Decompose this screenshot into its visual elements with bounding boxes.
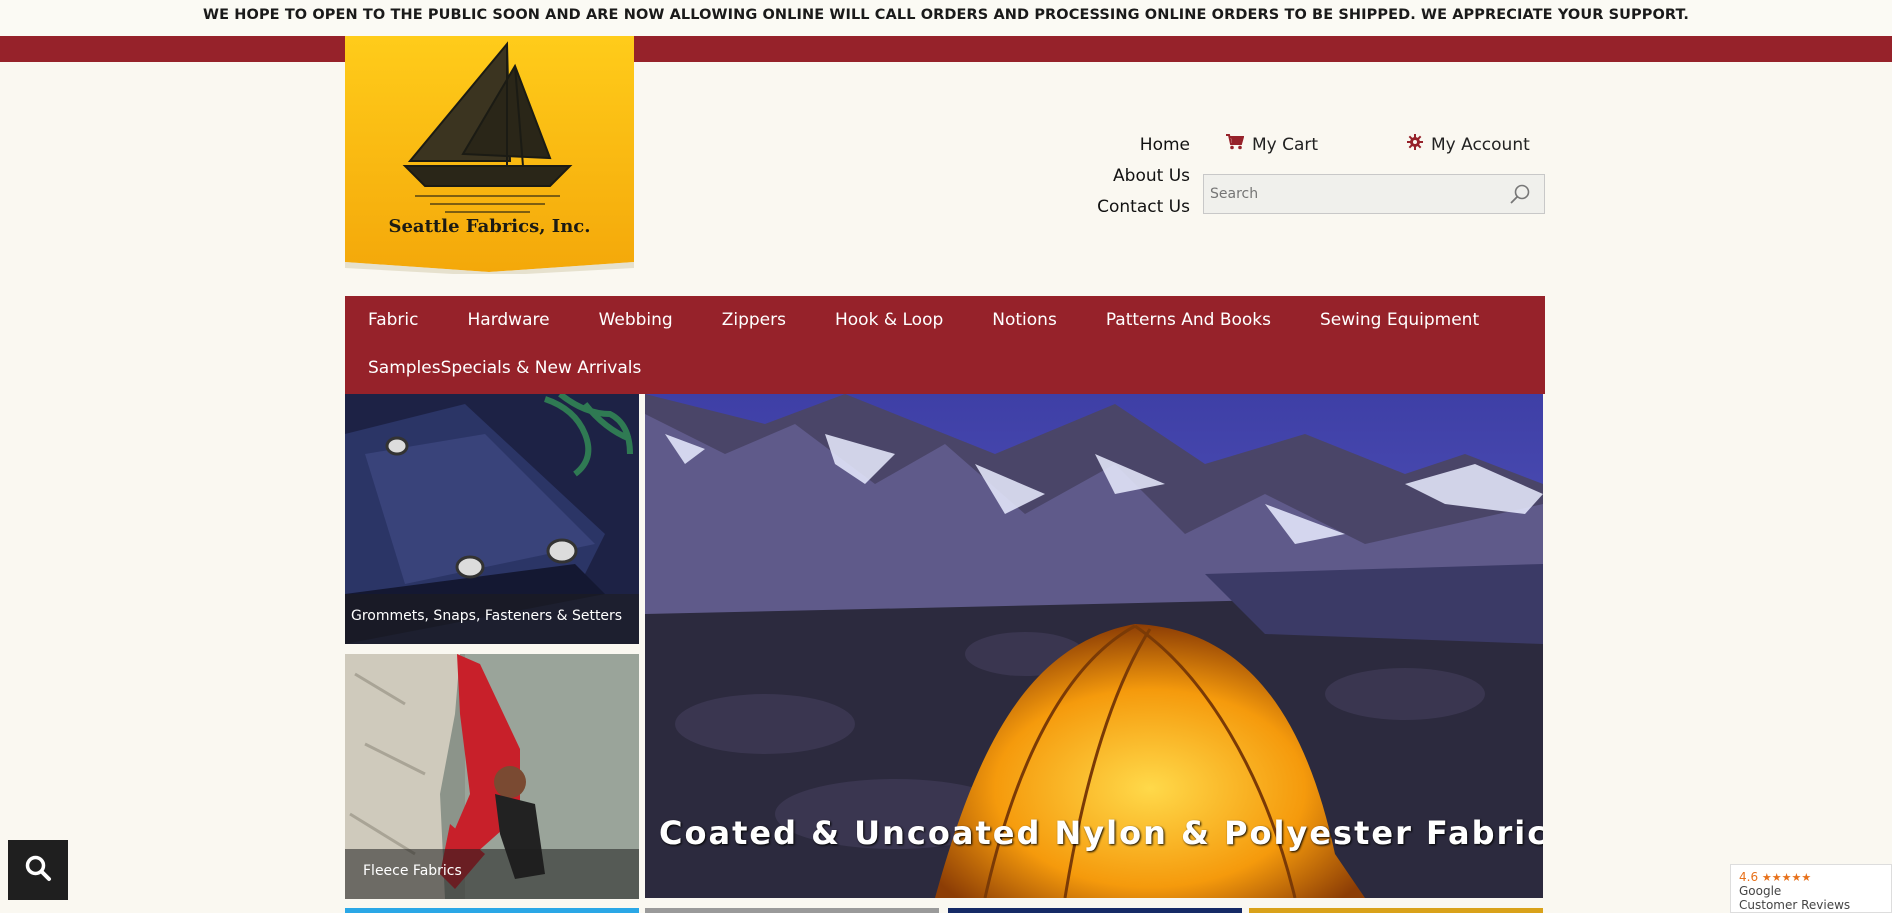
announcement-bar: WE HOPE TO OPEN TO THE PUBLIC SOON AND A…	[0, 0, 1892, 36]
nav-item-specials[interactable]: Specials & New Arrivals	[441, 344, 642, 392]
site-logo[interactable]: Seattle Fabrics, Inc.	[345, 36, 634, 276]
nav-item-samples[interactable]: Samples	[368, 344, 441, 392]
tile-bottom-1[interactable]	[345, 908, 639, 913]
tile-grommets[interactable]: Grommets, Snaps, Fasteners & Setters	[345, 394, 639, 644]
nav-item-fabric[interactable]: Fabric	[368, 296, 419, 344]
badge-stars: ★★★★★	[1761, 871, 1812, 884]
tile-caption: Grommets, Snaps, Fasteners & Setters	[345, 594, 639, 644]
tile-fleece[interactable]: Fleece Fabrics	[345, 654, 639, 899]
badge-rating-row: 4.6 ★★★★★	[1739, 870, 1883, 884]
badge-rating: 4.6	[1739, 870, 1759, 884]
header-links: Home About Us Contact Us	[1040, 132, 1190, 225]
tile-caption: Fleece Fabrics	[345, 849, 639, 899]
google-reviews-badge[interactable]: 4.6 ★★★★★ Google Customer Reviews	[1730, 864, 1892, 913]
search-icon[interactable]	[1508, 183, 1532, 211]
search-box	[1203, 174, 1545, 214]
my-cart-link[interactable]: My Cart	[1226, 134, 1318, 155]
tile-bottom-2[interactable]	[645, 908, 939, 913]
cart-label: My Cart	[1252, 134, 1319, 155]
tile-bottom-4[interactable]	[1249, 908, 1543, 913]
account-label: My Account	[1431, 134, 1530, 155]
about-us-link[interactable]: About Us	[1040, 163, 1190, 194]
badge-brand: Google	[1739, 884, 1782, 898]
header-stripe	[0, 36, 1892, 62]
logo-text: Seattle Fabrics, Inc.	[388, 216, 591, 237]
main-nav: Fabric Hardware Webbing Zippers Hook & L…	[345, 296, 1545, 394]
nav-item-hardware[interactable]: Hardware	[468, 296, 550, 344]
nav-item-webbing[interactable]: Webbing	[599, 296, 673, 344]
gear-icon	[1407, 134, 1423, 155]
nav-item-notions[interactable]: Notions	[992, 296, 1057, 344]
nav-item-sewing-equipment[interactable]: Sewing Equipment	[1320, 296, 1479, 344]
tile-bottom-3[interactable]	[948, 908, 1242, 913]
home-link[interactable]: Home	[1040, 132, 1190, 163]
search-input[interactable]	[1204, 175, 1494, 213]
nav-item-hook-loop[interactable]: Hook & Loop	[835, 296, 943, 344]
tile-hero-nylon[interactable]: Coated & Uncoated Nylon & Polyester Fabr…	[645, 394, 1543, 898]
my-account-link[interactable]: My Account	[1407, 134, 1530, 155]
cart-icon	[1226, 134, 1245, 155]
nav-item-patterns-books[interactable]: Patterns And Books	[1106, 296, 1271, 344]
badge-label: Customer Reviews	[1739, 898, 1851, 912]
contact-us-link[interactable]: Contact Us	[1040, 194, 1190, 225]
floating-search-button[interactable]	[8, 840, 68, 900]
nav-item-zippers[interactable]: Zippers	[722, 296, 786, 344]
hero-caption: Coated & Uncoated Nylon & Polyester Fabr…	[659, 814, 1543, 852]
magnifier-icon	[24, 854, 52, 886]
